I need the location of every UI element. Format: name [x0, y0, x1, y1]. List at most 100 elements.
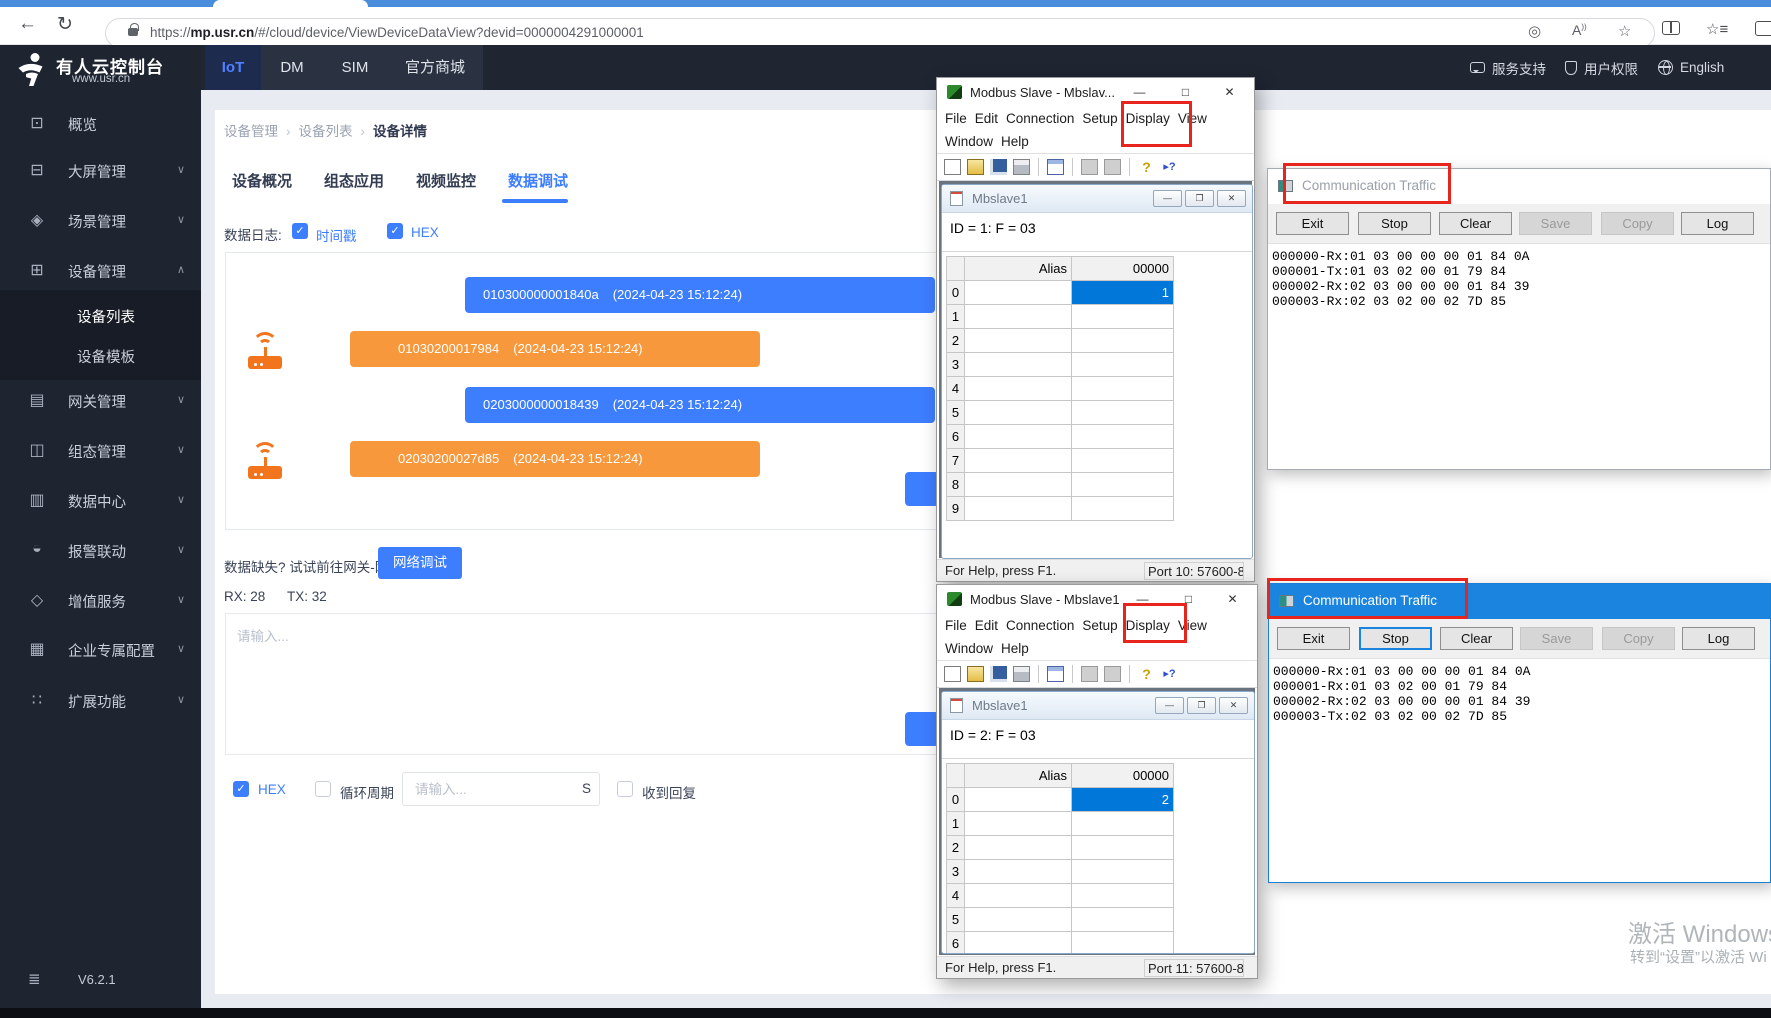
address-bar[interactable]: https://mp.usr.cn/#/cloud/device/ViewDev…	[105, 18, 1655, 48]
breadcrumb[interactable]: 设备管理 › 设备列表 › 设备详情	[224, 120, 427, 140]
browser-tab[interactable]	[213, 0, 368, 7]
hex-log-label[interactable]: HEX	[411, 225, 439, 240]
sidebar-item-场景管理[interactable]: ◈ 场景管理 ∨	[0, 200, 201, 240]
help-icon[interactable]: ?	[1138, 159, 1155, 175]
logo[interactable]: 有人云控制台 www.usr.cn	[0, 45, 201, 90]
timestamp-label[interactable]: 时间戳	[316, 225, 357, 245]
context-help-icon[interactable]: ▸?	[1161, 666, 1178, 682]
send-button-fragment[interactable]	[905, 712, 939, 746]
sidebar-item-报警联动[interactable]: ◒ 报警联动 ∨	[0, 530, 201, 570]
clear-button[interactable]: Clear	[1440, 627, 1513, 650]
save-icon[interactable]	[990, 159, 1007, 175]
breadcrumb-item[interactable]: 设备管理	[224, 124, 278, 139]
stop-button[interactable]: Stop	[1359, 627, 1432, 650]
collections-icon[interactable]	[1755, 21, 1771, 36]
print-icon[interactable]	[1013, 666, 1030, 682]
menu-file[interactable]: File	[945, 107, 967, 130]
device-icon[interactable]	[1104, 159, 1121, 175]
refresh-icon[interactable]: ↻	[57, 13, 73, 36]
open-file-icon[interactable]	[967, 159, 984, 175]
menu-help[interactable]: Help	[1001, 130, 1029, 153]
favorite-star-icon[interactable]: ☆	[1618, 22, 1631, 40]
sidebar-item-组态管理[interactable]: ◫ 组态管理 ∨	[0, 430, 201, 470]
sidebar-item-增值服务[interactable]: ◇ 增值服务 ∨	[0, 580, 201, 620]
clear-button[interactable]: Clear	[1439, 212, 1512, 235]
context-help-icon[interactable]: ▸?	[1161, 159, 1178, 175]
device-icon[interactable]	[1104, 666, 1121, 682]
send-hex-checkbox[interactable]: ✓	[233, 781, 249, 797]
location-icon[interactable]: ◎	[1528, 22, 1541, 40]
nav-tab-SIM[interactable]: SIM	[323, 45, 387, 90]
menu-view[interactable]: View	[1178, 614, 1207, 637]
selected-cell[interactable]: 2	[1071, 787, 1174, 812]
display-setup-icon[interactable]	[1047, 159, 1064, 175]
log-button[interactable]: Log	[1681, 212, 1754, 235]
sidebar-item-设备模板[interactable]: 设备模板	[0, 335, 201, 375]
header-item-3[interactable]: English	[1658, 45, 1724, 90]
menu-display[interactable]: Display	[1126, 614, 1170, 637]
doc-minimize-icon[interactable]: —	[1153, 190, 1182, 207]
tab-视频监控[interactable]: 视频监控	[412, 170, 480, 191]
sidebar-item-企业专属配置[interactable]: ▦ 企业专属配置 ∨	[0, 629, 201, 669]
favorites-icon[interactable]: ☆≡	[1706, 20, 1728, 38]
doc-close-icon[interactable]: ✕	[1217, 190, 1246, 207]
cycle-label[interactable]: 循环周期	[340, 782, 394, 802]
window-titlebar[interactable]: Modbus Slave - Mbslave1 — □ ✕	[937, 585, 1257, 614]
sidebar-item-数据中心[interactable]: ▥ 数据中心 ∨	[0, 480, 201, 520]
nav-tab-官方商城[interactable]: 官方商城	[387, 45, 483, 90]
display-setup-icon[interactable]	[1047, 666, 1064, 682]
menu-connection[interactable]: Connection	[1006, 614, 1074, 637]
stop-button[interactable]: Stop	[1358, 212, 1431, 235]
nav-tab-DM[interactable]: DM	[261, 45, 323, 90]
menu-display[interactable]: Display	[1126, 107, 1170, 130]
exit-button[interactable]: Exit	[1276, 212, 1349, 235]
back-icon[interactable]: ←	[18, 13, 37, 35]
register-grid[interactable]: Alias 00000 0 1 1 2 3 4 5 6 7 8 9	[946, 256, 1174, 521]
new-file-icon[interactable]	[944, 159, 961, 175]
header-item-1[interactable]: 服务支持	[1470, 45, 1546, 90]
read-aloud-icon[interactable]: A))	[1572, 22, 1587, 38]
print-icon[interactable]	[1013, 159, 1030, 175]
cycle-period-input[interactable]	[402, 772, 600, 806]
timestamp-checkbox[interactable]: ✓	[292, 223, 308, 239]
cycle-checkbox[interactable]	[315, 781, 331, 797]
reply-checkbox[interactable]	[617, 781, 633, 797]
maximize-icon[interactable]: □	[1163, 78, 1208, 107]
exit-button[interactable]: Exit	[1277, 627, 1350, 650]
sidebar-item-网关管理[interactable]: ▤ 网关管理 ∨	[0, 380, 201, 420]
connection-icon[interactable]	[1081, 159, 1098, 175]
send-hex-label[interactable]: HEX	[258, 782, 286, 797]
menu-help[interactable]: Help	[1001, 637, 1029, 660]
split-screen-icon[interactable]	[1662, 21, 1680, 35]
network-debug-button[interactable]: 网络调试	[378, 547, 462, 579]
sidebar-item-概览[interactable]: ⊡ 概览	[0, 103, 201, 143]
menu-connection[interactable]: Connection	[1006, 107, 1074, 130]
tab-设备概况[interactable]: 设备概况	[228, 170, 296, 191]
minimize-icon[interactable]: —	[1117, 78, 1162, 107]
hex-log-checkbox[interactable]: ✓	[387, 223, 403, 239]
menu-view[interactable]: View	[1178, 107, 1207, 130]
connection-icon[interactable]	[1081, 666, 1098, 682]
menu-window[interactable]: Window	[945, 130, 993, 153]
maximize-icon[interactable]: □	[1166, 585, 1211, 614]
reply-label[interactable]: 收到回复	[642, 782, 696, 802]
sidebar-item-设备列表[interactable]: 设备列表	[0, 295, 201, 335]
window-titlebar[interactable]: Modbus Slave - Mbslav... — □ ✕	[937, 78, 1254, 107]
help-icon[interactable]: ?	[1138, 666, 1155, 682]
nav-tab-IoT[interactable]: IoT	[205, 45, 261, 90]
sidebar-item-大屏管理[interactable]: ⊟ 大屏管理 ∨	[0, 150, 201, 190]
selected-cell[interactable]: 1	[1071, 280, 1174, 305]
minimize-icon[interactable]: —	[1120, 585, 1165, 614]
document-titlebar[interactable]: Mbslave1 — ❐ ✕	[942, 185, 1252, 213]
sidebar-item-扩展功能[interactable]: ∷ 扩展功能 ∨	[0, 680, 201, 720]
doc-restore-icon[interactable]: ❐	[1187, 697, 1216, 714]
tab-数据调试[interactable]: 数据调试	[504, 170, 572, 191]
menu-edit[interactable]: Edit	[975, 614, 998, 637]
close-icon[interactable]: ✕	[1207, 78, 1252, 107]
menu-setup[interactable]: Setup	[1082, 614, 1117, 637]
window-titlebar[interactable]: Communication Traffic	[1268, 169, 1770, 204]
menu-window[interactable]: Window	[945, 637, 993, 660]
menu-edit[interactable]: Edit	[975, 107, 998, 130]
close-icon[interactable]: ✕	[1210, 585, 1255, 614]
header-item-2[interactable]: 用户权限	[1565, 45, 1638, 90]
